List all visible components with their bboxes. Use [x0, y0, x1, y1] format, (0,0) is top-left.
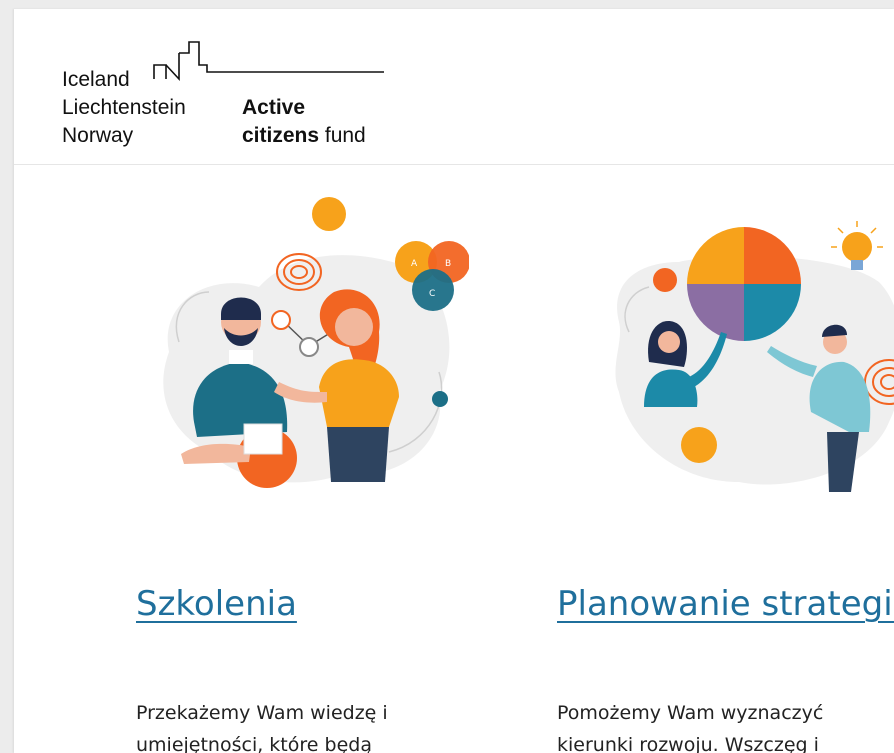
logo-brand-citizens: citizens [242, 124, 320, 147]
card-description-line: kierunki rozwoju. Wszczęg i [557, 734, 819, 753]
active-citizens-fund-logo[interactable]: Iceland Liechtenstein Norway Active citi… [62, 24, 392, 147]
card-description-planowanie-strategiczne: Pomożemy Wam wyznaczyć kierunki rozwoju.… [557, 697, 894, 753]
card-description-line: umiejętności, które będą [136, 734, 372, 753]
logo-country-norway: Norway [62, 124, 134, 147]
card-description-line: Przekażemy Wam wiedzę i [136, 702, 388, 724]
strategy-planning-illustration [615, 221, 894, 492]
card-title-link-szkolenia[interactable]: Szkolenia [136, 584, 297, 624]
logo-brand-fund: fund [319, 124, 366, 147]
logo-brand-active: Active [242, 96, 306, 119]
logo-brand-citizens-fund: citizens fund [242, 124, 366, 148]
page: Iceland Liechtenstein Norway Active citi… [14, 9, 894, 753]
service-card-szkolenia: A B C Szkolenia Przekażemy Wam wiedzę i … [14, 164, 469, 753]
card-title-link-planowanie-strategiczne[interactable]: Planowanie strategiczne [557, 584, 894, 624]
card-description-szkolenia: Przekażemy Wam wiedzę i umiejętności, kt… [136, 697, 466, 753]
service-card-planowanie-strategiczne: Planowanie strategiczne Pomożemy Wam wyz… [434, 164, 894, 753]
svg-text:A: A [411, 259, 418, 269]
logo-country-iceland: Iceland [62, 68, 130, 91]
training-people-illustration: A B C [163, 197, 469, 488]
card-description-line: Pomożemy Wam wyznaczyć [557, 702, 824, 724]
site-header: Iceland Liechtenstein Norway Active citi… [14, 9, 894, 165]
logo-country-liechtenstein: Liechtenstein [62, 96, 186, 119]
